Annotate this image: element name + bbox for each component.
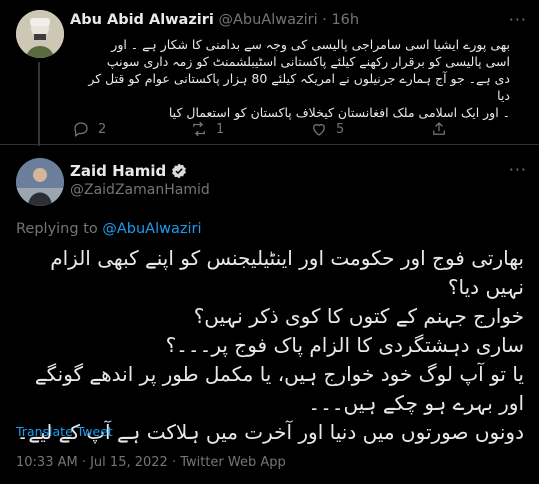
tweet-time[interactable]: 16h	[331, 12, 359, 28]
retweet-icon	[193, 121, 205, 137]
tweet-line: بھی پورے ایشیا اسی سامراجی پالیسی کی وجہ…	[111, 37, 510, 52]
tweet-line: دی ہے۔ جو آج ہمارے جرنیلوں نے امریکہ کیل…	[88, 71, 510, 103]
like-action[interactable]: 5	[310, 120, 344, 138]
verified-icon	[172, 163, 187, 179]
more-icon[interactable]: ···	[509, 10, 527, 29]
tweet-line: اسی پالیسی کو برقرار رکھنے کیلئے پاکستان…	[106, 54, 510, 69]
thread-line	[38, 62, 40, 146]
author-handle[interactable]: @ZaidZamanHamid	[70, 182, 210, 198]
share-icon	[433, 122, 445, 135]
separator-dot: ·	[322, 12, 327, 28]
more-icon[interactable]: ···	[509, 160, 527, 179]
tweet-line: ۔ اور ایک اسلامی ملک افغانستان کیخلاف پا…	[168, 105, 510, 120]
tweet-line: خوارج جہنم کے کتوں کا کوی ذکر نہیں؟	[193, 304, 524, 328]
avatar[interactable]	[16, 158, 64, 206]
author-name-row[interactable]: Zaid Hamid	[70, 162, 188, 180]
translate-tweet-link[interactable]: Translate Tweet	[16, 424, 113, 439]
tweet-line: نہیں دیا؟	[447, 275, 524, 299]
replying-to-link[interactable]: @AbuAlwaziri	[102, 221, 201, 237]
tweet-line: یا تو آپ لوگ خود خوارج ہیں، یا مکمل طور …	[34, 362, 524, 386]
avatar[interactable]	[16, 10, 64, 58]
author-name[interactable]: Zaid Hamid	[70, 162, 166, 180]
author-handle[interactable]: @AbuAlwaziri	[218, 12, 317, 28]
tweet-line: اور بہرے ہو چکے ہیں۔۔۔	[308, 391, 524, 415]
retweet-action[interactable]: 1	[190, 120, 224, 138]
replying-prefix: Replying to	[16, 221, 103, 237]
author-name[interactable]: Abu Abid Alwaziri	[70, 12, 214, 28]
reply-count: 2	[98, 121, 107, 137]
tweet-text: بھی پورے ایشیا اسی سامراجی پالیسی کی وجہ…	[74, 36, 510, 121]
like-icon	[313, 123, 325, 136]
tweet-header: Abu Abid Alwaziri @AbuAlwaziri · 16h	[70, 12, 525, 32]
tweet-line: ساری دہشتگردی کا الزام پاک فوج پر۔۔۔؟	[165, 333, 524, 357]
parent-tweet[interactable]: Abu Abid Alwaziri @AbuAlwaziri · 16h ···…	[0, 0, 539, 146]
retweet-count: 1	[216, 121, 225, 137]
like-count: 5	[336, 121, 345, 137]
tweet-line: بھارتی فوج اور حکومت اور اینٹیلیجنس کو ا…	[50, 246, 524, 270]
divider	[0, 144, 539, 145]
share-action[interactable]	[430, 120, 448, 138]
tweet-timestamp[interactable]: 10:33 AM · Jul 15, 2022 · Twitter Web Ap…	[16, 455, 286, 470]
reply-icon	[74, 122, 88, 138]
replying-to: Replying to @AbuAlwaziri	[16, 221, 202, 237]
tweet-text: بھارتی فوج اور حکومت اور اینٹیلیجنس کو ا…	[16, 244, 524, 447]
reply-action[interactable]: 2	[72, 120, 106, 138]
